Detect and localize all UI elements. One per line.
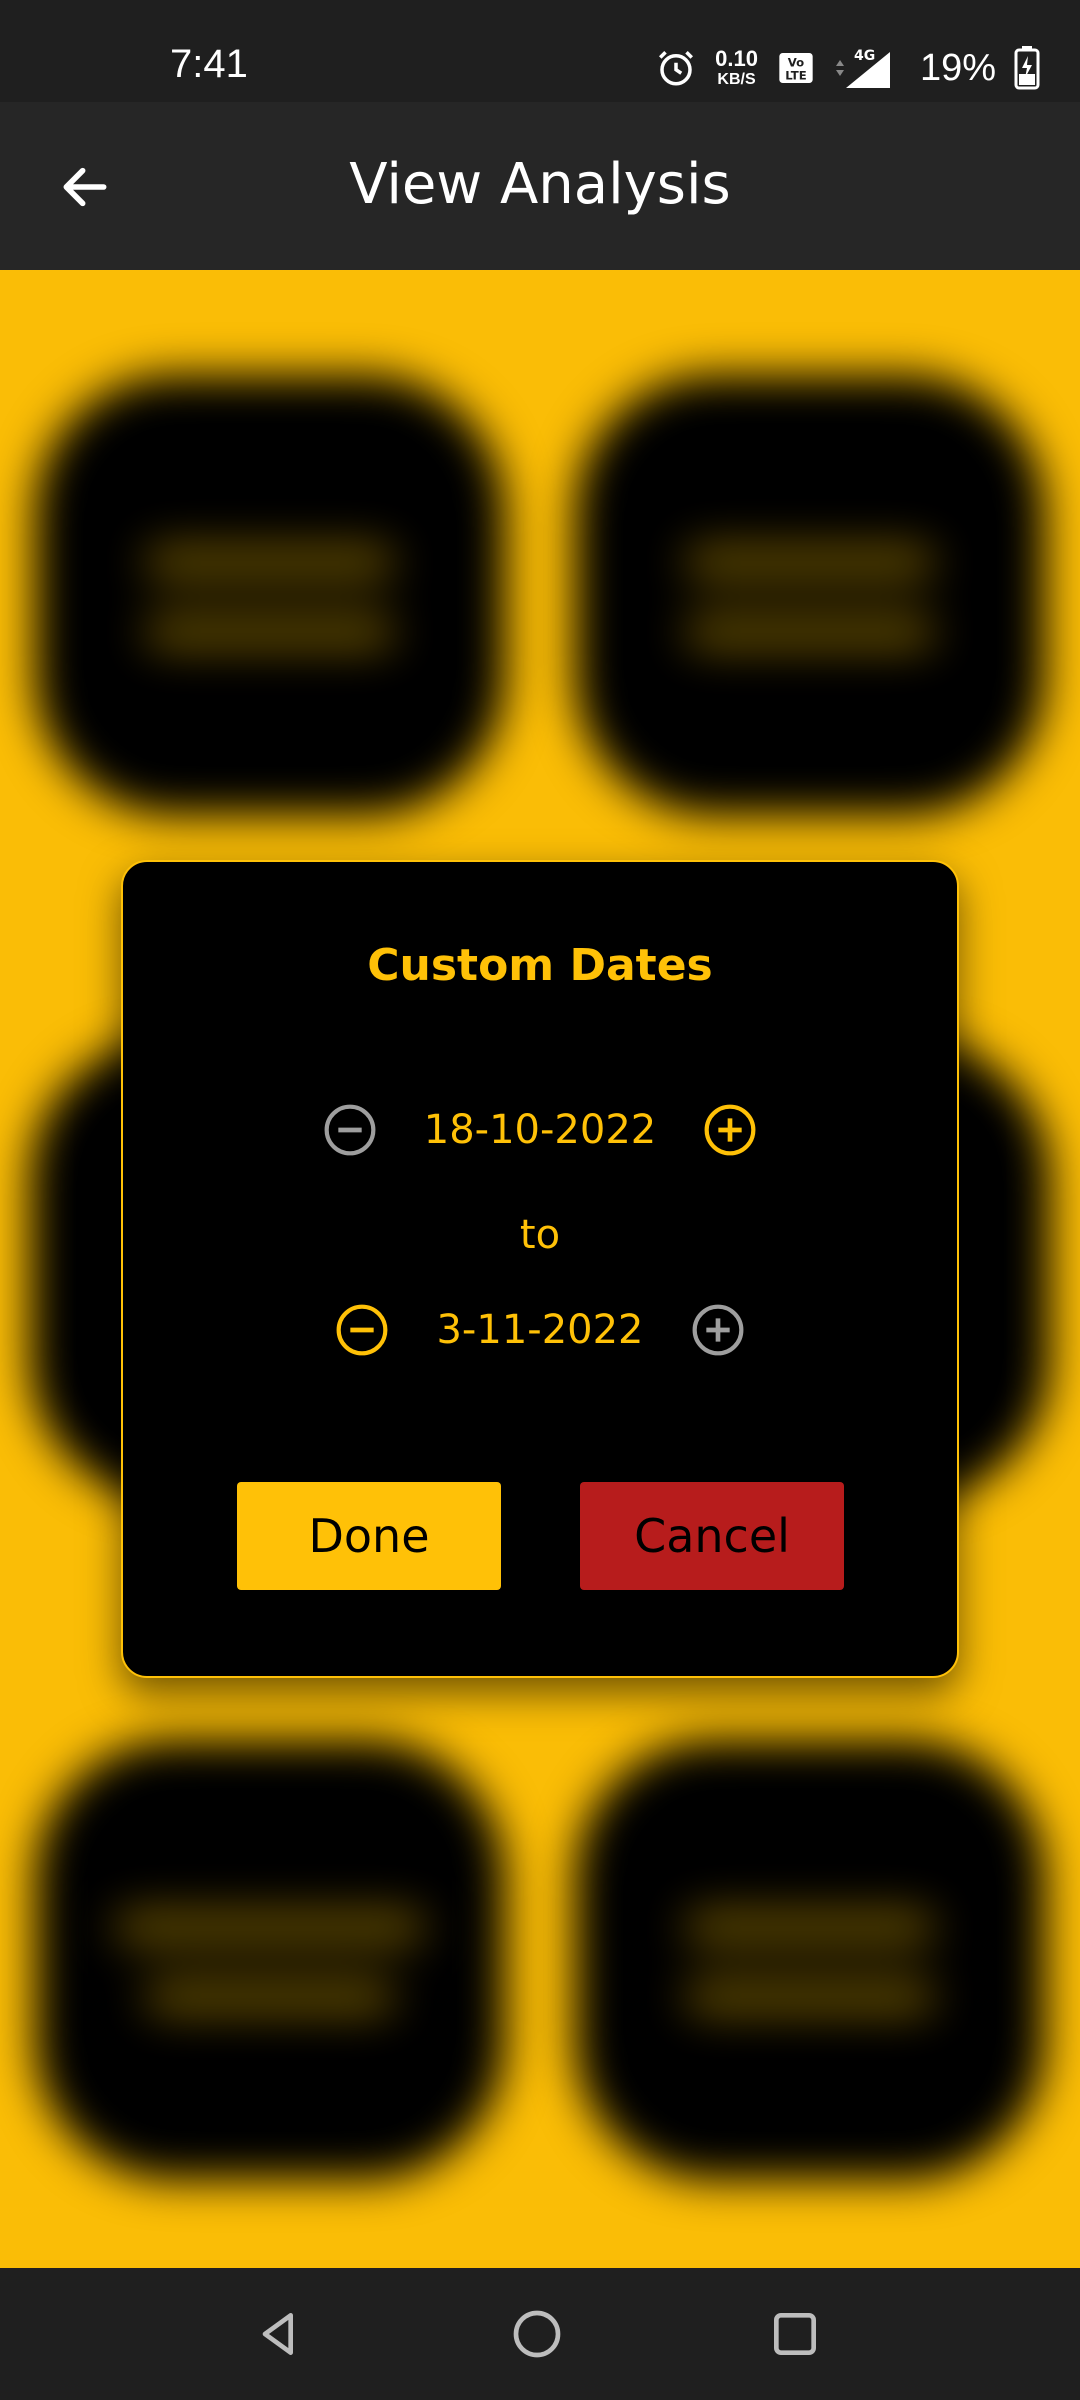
nav-recents-button[interactable]	[759, 2298, 831, 2370]
network-speed-value: 0.10	[715, 46, 758, 71]
network-speed: 0.10 KB/S	[715, 48, 758, 88]
square-recents-icon	[774, 2313, 816, 2355]
svg-text:Vo: Vo	[788, 55, 804, 69]
app-bar: View Analysis	[0, 102, 1080, 270]
start-date-row: 18-10-2022	[123, 1102, 957, 1158]
triangle-back-icon	[262, 2313, 293, 2355]
circle-home-icon	[513, 2310, 561, 2358]
svg-text:LTE: LTE	[785, 69, 806, 83]
status-time: 7:41	[170, 42, 248, 86]
system-nav-bar	[0, 2268, 1080, 2400]
nav-home-button[interactable]	[501, 2298, 573, 2370]
start-date-value: 18-10-2022	[423, 1107, 657, 1153]
nav-back-button[interactable]	[243, 2298, 315, 2370]
status-bar: 7:41 0.10 KB/S Vo LTE 4G 19%	[0, 0, 1080, 102]
end-date-increment-button[interactable]	[690, 1302, 746, 1358]
status-icons: 0.10 KB/S Vo LTE 4G 19%	[655, 40, 1040, 96]
cancel-button[interactable]: Cancel	[580, 1482, 844, 1590]
end-date-decrement-button[interactable]	[334, 1302, 390, 1358]
page-title: View Analysis	[349, 152, 731, 217]
minus-circle-icon	[324, 1104, 376, 1156]
plus-circle-icon	[704, 1104, 756, 1156]
dialog-title: Custom Dates	[367, 940, 713, 991]
battery-charging-icon	[1014, 46, 1040, 90]
start-date-increment-button[interactable]	[702, 1102, 758, 1158]
alarm-icon	[655, 47, 697, 89]
custom-dates-dialog: Custom Dates 18-10-2022 to 3-11-2022 Don…	[121, 860, 959, 1678]
volte-icon: Vo LTE	[776, 48, 816, 88]
end-date-value: 3-11-2022	[436, 1307, 644, 1353]
svg-text:4G: 4G	[854, 48, 875, 64]
done-button[interactable]: Done	[237, 1482, 501, 1590]
battery-percent: 19%	[919, 46, 996, 89]
minus-circle-icon	[337, 1304, 388, 1356]
signal-4g-icon: 4G	[834, 46, 894, 90]
network-speed-unit: KB/S	[717, 71, 756, 88]
start-date-decrement-button[interactable]	[322, 1102, 378, 1158]
plus-circle-icon	[692, 1304, 743, 1356]
end-date-row: 3-11-2022	[123, 1302, 957, 1358]
date-range-separator: to	[519, 1212, 561, 1258]
